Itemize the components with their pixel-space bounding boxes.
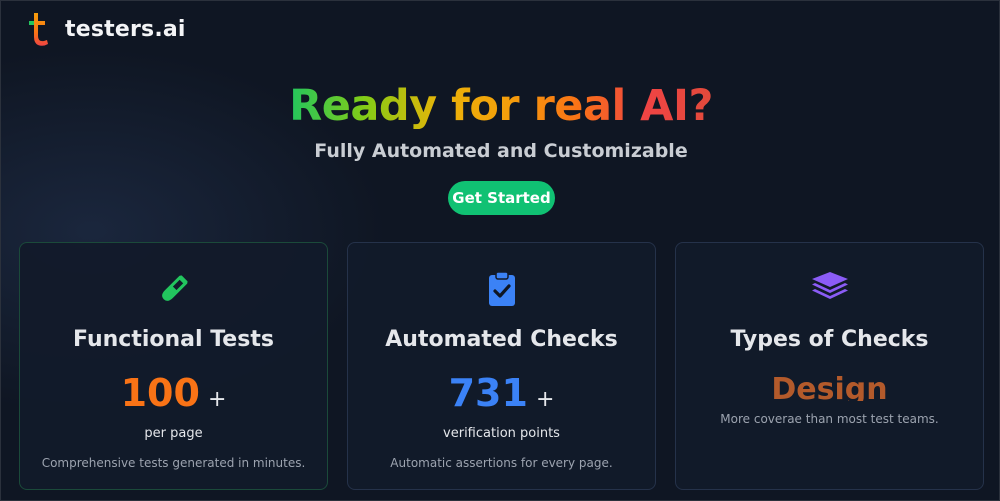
rotating-check-type: Design (771, 372, 888, 401)
metric: 100 + (20, 371, 327, 415)
brand-name: testers.ai (65, 16, 186, 42)
page-frame: testers.ai Ready for real AI? Fully Auto… (0, 0, 1000, 501)
metric-label: verification points (443, 426, 560, 441)
card-automated-checks: Automated Checks 731 + verification poin… (347, 242, 656, 490)
card-functional-tests: Functional Tests 100 + per page Comprehe… (19, 242, 328, 490)
hero-subtitle: Fully Automated and Customizable (314, 140, 688, 162)
card-description: More coverae than most test teams. (720, 412, 939, 426)
layers-icon (676, 271, 983, 307)
card-title: Types of Checks (730, 327, 929, 352)
clipboard-check-icon (348, 271, 655, 307)
metric-value: 731 (448, 371, 528, 415)
metric-plus: + (535, 387, 555, 412)
card-title: Automated Checks (385, 327, 618, 352)
metric-value: 100 (120, 371, 200, 415)
t-logo-icon (29, 13, 48, 46)
card-description: Automatic assertions for every page. (390, 456, 613, 470)
card-title: Functional Tests (73, 327, 274, 352)
metric-label: per page (144, 426, 203, 441)
card-types-of-checks: Types of Checks Design More coverae than… (675, 242, 984, 490)
card-description: Comprehensive tests generated in minutes… (41, 456, 306, 470)
get-started-button[interactable]: Get Started (448, 181, 555, 215)
test-tube-icon (20, 271, 327, 307)
metric-plus: + (207, 387, 227, 412)
brand[interactable]: testers.ai (25, 11, 186, 47)
hero-title: Ready for real AI? (289, 81, 713, 131)
metric: 731 + (348, 371, 655, 415)
